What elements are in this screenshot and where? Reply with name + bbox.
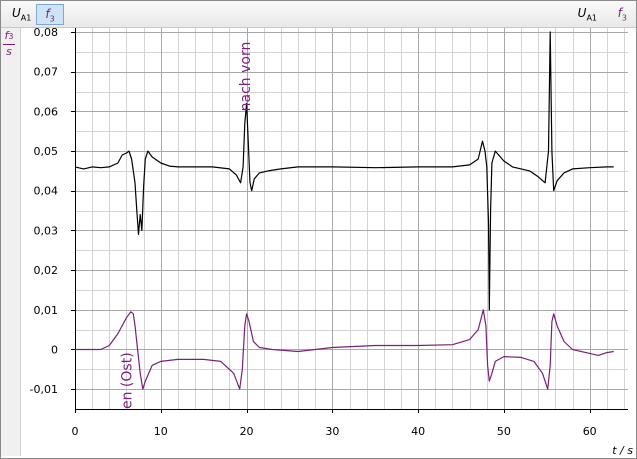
y-tick-label: 0,07 — [34, 66, 59, 79]
x-axis-label: t / s — [612, 444, 633, 457]
y-tick-label: 0,05 — [34, 145, 59, 158]
annotation-label: en (Ost) — [119, 352, 135, 409]
y-tick-label: 0,02 — [34, 264, 59, 277]
x-tick-label: 60 — [583, 425, 597, 438]
x-tick-label: 50 — [497, 425, 511, 438]
y-tick-label: -0,01 — [30, 383, 58, 396]
y-tick-label: 0,08 — [34, 26, 59, 39]
y-tick-label: 0,04 — [34, 185, 59, 198]
line-chart: -0,01 0 0,01 0,02 0,03 0,04 0,05 0,06 0,07 0,08 0 1… — [30, 26, 634, 457]
y-tick-label: 0 — [51, 343, 58, 356]
plot-area — [75, 28, 628, 409]
y-tick-label: 0,03 — [34, 224, 59, 237]
x-tick-label: 30 — [325, 425, 339, 438]
annotation-label: nach vorn — [238, 42, 254, 112]
y-tick-label: 0,06 — [34, 105, 59, 118]
y-tick-label: 0,01 — [34, 304, 59, 317]
x-tick-label: 10 — [154, 425, 168, 438]
x-tick-label: 20 — [240, 425, 254, 438]
x-tick-label: 0 — [72, 425, 79, 438]
x-tick-label: 40 — [411, 425, 425, 438]
